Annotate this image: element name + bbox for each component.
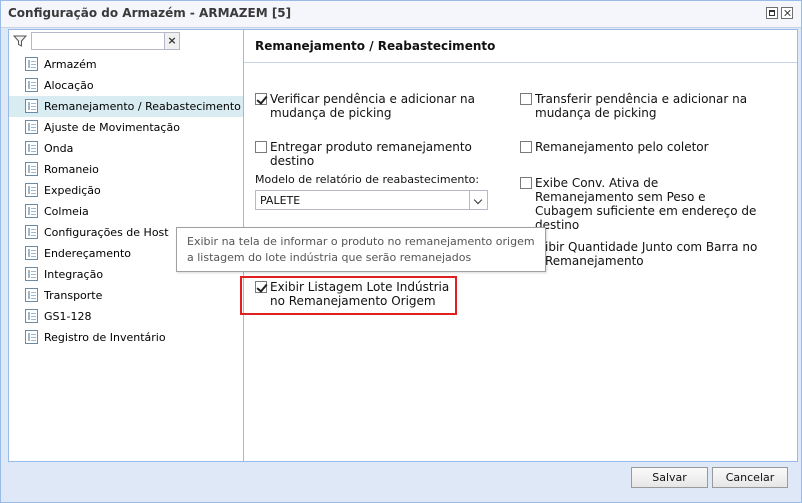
entregar-produto-label: Entregar produto remanejamento destino <box>270 140 472 168</box>
sidebar-item-label: Ajuste de Movimentação <box>44 121 180 134</box>
sidebar-item[interactable]: Transporte <box>9 285 243 306</box>
sidebar-item[interactable]: Armazém <box>9 54 243 75</box>
sidebar-item-label: Integração <box>44 268 104 281</box>
sidebar-item-label: Configurações de Host <box>44 226 169 239</box>
settings-page-icon <box>25 57 38 71</box>
sidebar-item-label: Alocação <box>44 79 94 92</box>
verificar-pendencia-option[interactable]: Verificar pendência e adicionar na mudan… <box>255 92 475 120</box>
modelo-relatorio-label: Modelo de relatório de reabastecimento: <box>255 173 480 186</box>
remanejamento-coletor-label: Remanejamento pelo coletor <box>535 140 709 154</box>
sidebar-item[interactable]: Onda <box>9 138 243 159</box>
sidebar-item-label: Onda <box>44 142 74 155</box>
sidebar-item[interactable]: GS1-128 <box>9 306 243 327</box>
sidebar-item-label: Endereçamento <box>44 247 132 260</box>
panel-header: Remanejamento / Reabastecimento <box>244 30 797 63</box>
sidebar-item[interactable]: Registro de Inventário <box>9 327 243 348</box>
settings-page-icon <box>25 183 38 197</box>
sidebar-item[interactable]: Colmeia <box>9 201 243 222</box>
clear-filter-button[interactable]: × <box>164 32 180 50</box>
transferir-pendencia-label: Transferir pendência e adicionar na muda… <box>535 92 748 120</box>
sidebar-item[interactable]: Ajuste de Movimentação <box>9 117 243 138</box>
filter-bar: × <box>9 30 243 52</box>
settings-page-icon <box>25 141 38 155</box>
settings-page-icon <box>25 330 38 344</box>
sidebar-item[interactable]: Alocação <box>9 75 243 96</box>
sidebar-item-label: GS1-128 <box>44 310 92 323</box>
settings-page-icon <box>25 309 38 323</box>
remanejamento-coletor-option[interactable]: Remanejamento pelo coletor <box>520 140 750 154</box>
exibir-quantidade-option[interactable]: ibir Quantidade Junto com Barra no Reman… <box>545 240 765 268</box>
panel-title: Remanejamento / Reabastecimento <box>255 39 496 53</box>
sidebar-item[interactable]: Remanejamento / Reabastecimento <box>9 96 243 117</box>
entregar-produto-checkbox[interactable] <box>255 141 267 153</box>
sidebar-item-label: Romaneio <box>44 163 99 176</box>
sidebar-item-label: Colmeia <box>44 205 89 218</box>
save-button[interactable]: Salvar <box>631 467 708 488</box>
verificar-pendencia-label: Verificar pendência e adicionar na mudan… <box>270 92 475 120</box>
chevron-down-icon[interactable] <box>469 191 487 209</box>
sidebar-item-label: Expedição <box>44 184 101 197</box>
settings-page-icon <box>25 246 38 260</box>
exibir-quantidade-label-line2: Remanejamento <box>545 254 644 268</box>
window-title: Configuração do Armazém - ARMAZEM [5] <box>8 6 292 20</box>
settings-page-icon <box>25 120 38 134</box>
sidebar-item-label: Transporte <box>44 289 103 302</box>
cancel-button[interactable]: Cancelar <box>712 467 788 488</box>
exibe-conv-ativa-option[interactable]: Exibe Conv. Ativa de Remanejamento sem P… <box>520 176 760 232</box>
modelo-relatorio-value: PALETE <box>260 194 301 207</box>
dialog-footer: Salvar Cancelar <box>1 463 801 502</box>
remanejamento-coletor-checkbox[interactable] <box>520 141 532 153</box>
settings-nav-list: Armazém Alocação Remanejamento / Reabastec… <box>9 54 243 348</box>
exibe-conv-ativa-label: Exibe Conv. Ativa de Remanejamento sem P… <box>535 176 757 232</box>
sidebar-item-label: Registro de Inventário <box>44 331 166 344</box>
sidebar-item-label: Remanejamento / Reabastecimento <box>44 100 241 113</box>
settings-page-icon <box>25 225 38 239</box>
close-icon[interactable] <box>781 7 793 19</box>
settings-page-icon <box>25 162 38 176</box>
title-bar: Configuração do Armazém - ARMAZEM [5] <box>1 1 801 28</box>
exibir-quantidade-label-line1: ibir Quantidade Junto com Barra no <box>545 240 758 254</box>
sidebar-item-label: Armazém <box>44 58 97 71</box>
verificar-pendencia-checkbox[interactable] <box>255 93 267 105</box>
entregar-produto-option[interactable]: Entregar produto remanejamento destino <box>255 140 475 168</box>
exibe-conv-ativa-checkbox[interactable] <box>520 177 532 189</box>
transferir-pendencia-option[interactable]: Transferir pendência e adicionar na muda… <box>520 92 750 120</box>
settings-page-icon <box>25 267 38 281</box>
sidebar-item[interactable]: Romaneio <box>9 159 243 180</box>
tooltip: Exibir na tela de informar o produto no … <box>176 227 546 272</box>
settings-page-icon <box>25 204 38 218</box>
settings-page-icon <box>25 78 38 92</box>
modelo-relatorio-combo[interactable]: PALETE <box>255 190 488 210</box>
settings-page-icon <box>25 99 38 113</box>
filter-input[interactable] <box>31 32 167 50</box>
sidebar-item[interactable]: Expedição <box>9 180 243 201</box>
maximize-icon[interactable] <box>766 7 778 19</box>
filter-icon[interactable] <box>13 34 27 48</box>
settings-page-icon <box>25 288 38 302</box>
transferir-pendencia-checkbox[interactable] <box>520 93 532 105</box>
highlight-box <box>240 276 457 315</box>
